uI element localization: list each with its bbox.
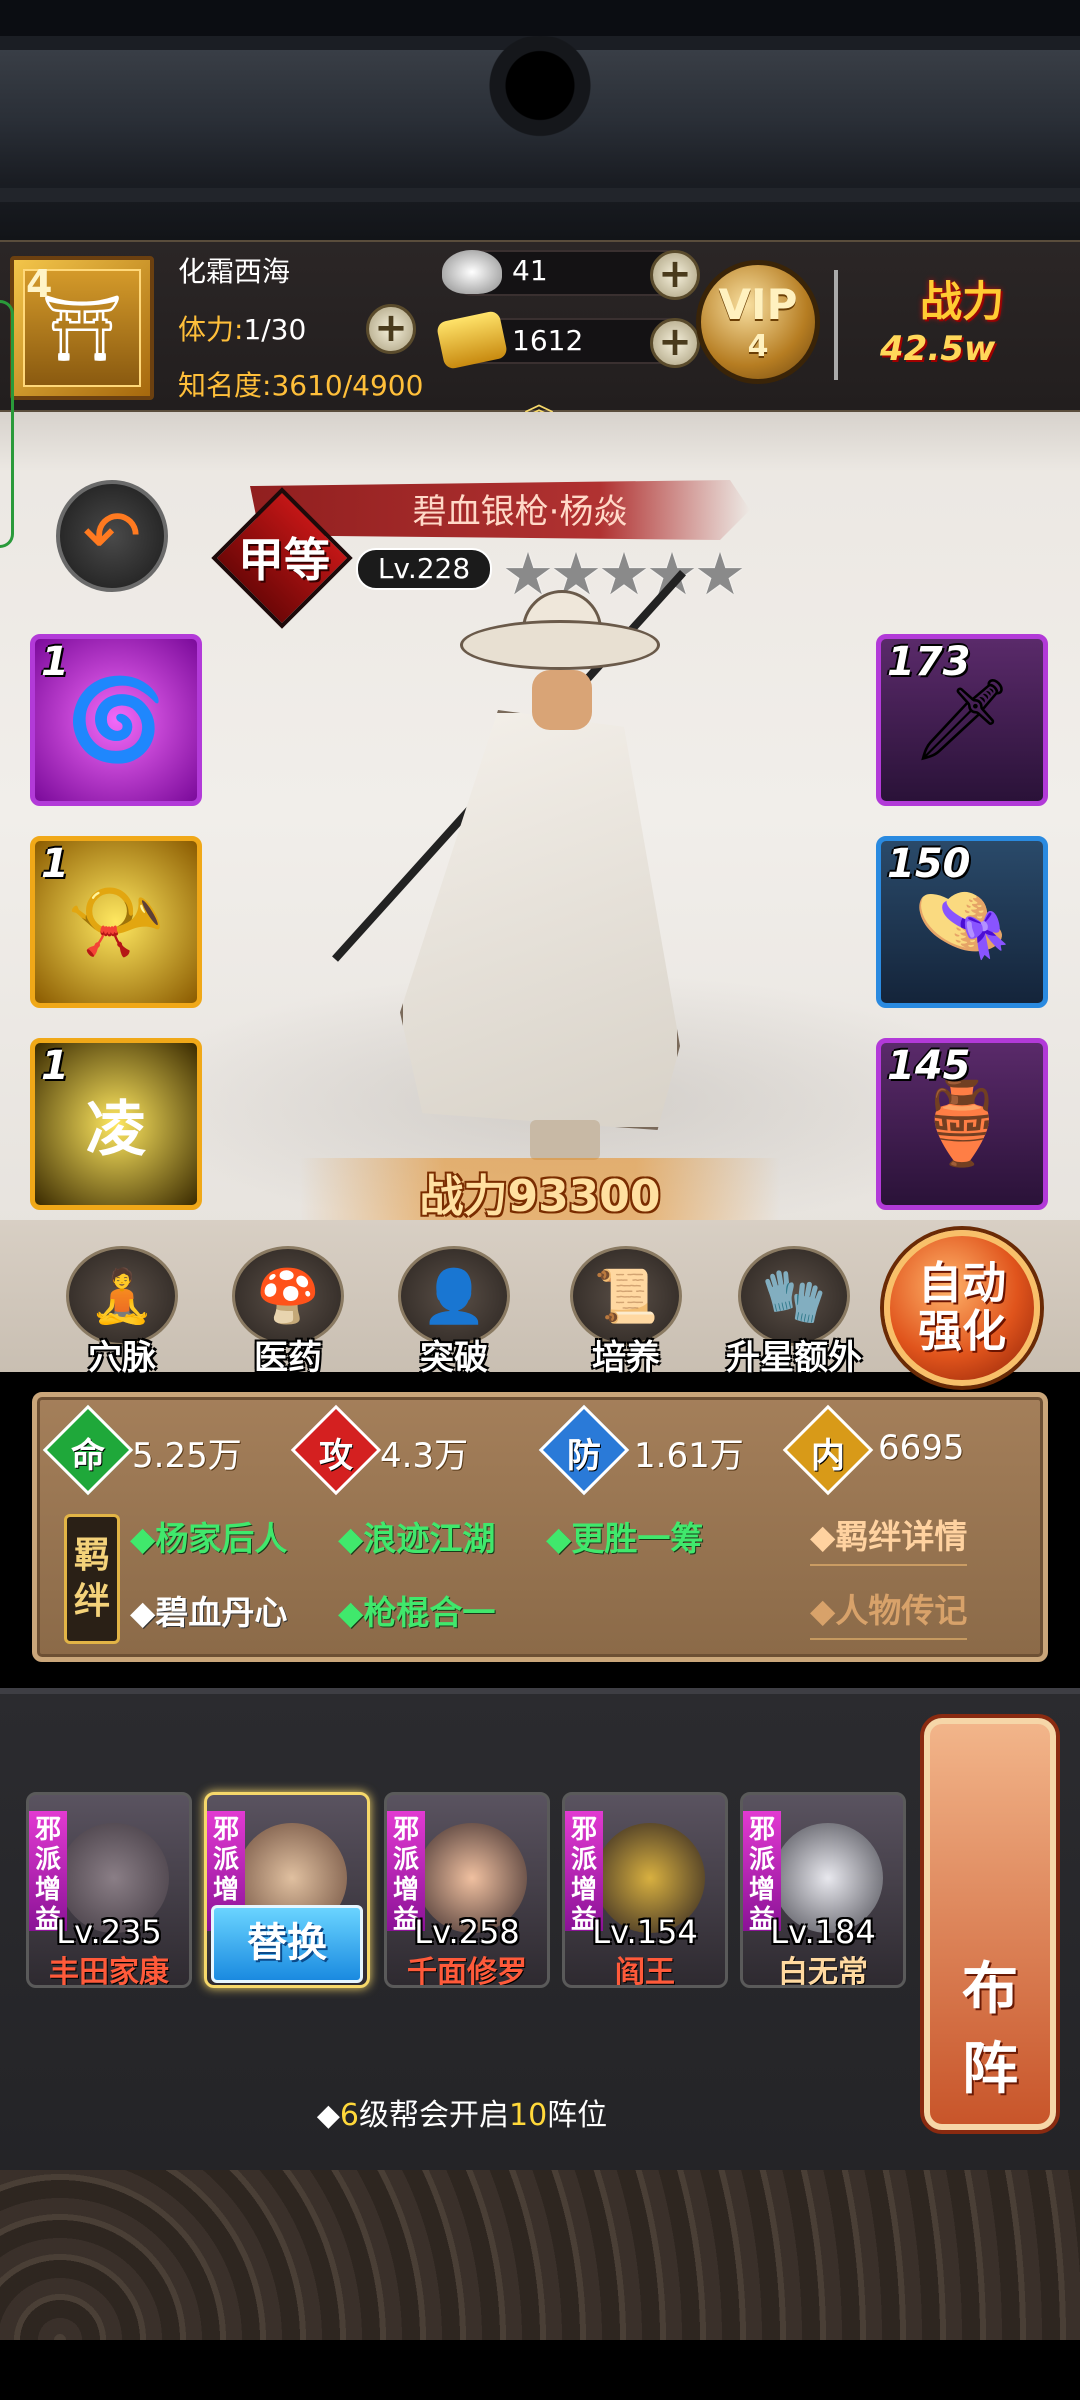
action-training-button[interactable]: 📜 培养 [566,1246,686,1378]
navigation-bar-area [0,2340,1080,2400]
action-label: 突破 [420,1338,488,1378]
bond-item: ◆浪迹江湖 [338,1519,496,1558]
hint-suffix: 阵位 [547,2098,608,2133]
action-label: 医药 [254,1338,322,1378]
auto-enhance-button[interactable]: 自动 强化 [884,1230,1040,1386]
member-name: 阎王 [615,1955,675,1988]
formation-line1: 布 [962,1957,1018,2022]
skill-slot-1[interactable]: 🌀 1 [30,634,202,806]
guild-level: 4 [26,262,53,306]
hp-value: 5.25万 [132,1436,242,1476]
auto-enhance-line1: 自动 [918,1258,1006,1309]
guild-name: 化霜西海 [178,255,291,288]
attack-value: 4.3万 [380,1436,469,1476]
gold-value: 1612 [512,324,584,357]
hero-legs [530,1120,600,1160]
replace-button[interactable]: 替换 [211,1905,363,1983]
stamina-value: 1/30 [243,313,307,346]
equip-slot-weapon[interactable]: 🗡 173 [876,634,1048,806]
hero-hat [460,620,660,670]
auto-enhance-line2: 强化 [918,1306,1006,1357]
silver-ingot-icon [442,250,502,294]
hero-cloak [400,710,680,1130]
equip-slot-hat[interactable]: 👒 150 [876,836,1048,1008]
roof-decoration [0,0,1080,240]
bond-item: ◆碧血丹心 [130,1593,288,1632]
hero-portrait[interactable] [300,560,760,1160]
hint-middle: 级帮会开启 [358,2098,509,2133]
member-level: Lv.154 [592,1913,698,1951]
bottom-decoration [0,2170,1080,2340]
divider [834,270,838,380]
hero-name: 碧血银枪·杨焱 [412,492,628,532]
action-medicine-button[interactable]: 🍄 医药 [228,1246,348,1378]
formation-button[interactable]: 布 阵 [924,1718,1056,2130]
skill-level: 1 [41,841,69,887]
equip-slot-accessory[interactable]: 🏺 145 [876,1038,1048,1210]
skill-level: 1 [41,639,69,685]
equip-level: 145 [887,1043,971,1089]
lineup-member-selected[interactable]: 邪派增益 替换 [204,1792,370,1988]
silver-value: 41 [512,254,548,287]
lineup-member[interactable]: 邪派增益 Lv.184 白无常 [740,1792,906,1988]
vip-level: 4 [747,329,769,364]
skill-slot-2[interactable]: 📯 1 [30,836,202,1008]
hero-power-label: 战力 [419,1171,508,1222]
member-level: Lv.235 [56,1913,162,1951]
bond-detail-link[interactable]: ◆羁绊详情 [810,1510,968,1566]
hero-power: 战力93300 [300,1160,780,1224]
total-power-label: 战力 [920,277,1005,326]
bond-item: ◆杨家后人 [130,1519,288,1558]
action-label: 升星额外 [726,1338,862,1378]
equip-level: 150 [887,841,971,887]
hint-guild-level: 6 [339,2098,359,2133]
fame-label: 知名度: [178,369,272,402]
hp-icon-label: 命 [71,1436,105,1476]
action-label: 穴脉 [88,1338,156,1378]
action-breakthrough-button[interactable]: 👤 突破 [394,1246,514,1378]
lineup-member[interactable]: 邪派增益 Lv.235 丰田家康 [26,1792,192,1988]
member-name: 千面修罗 [407,1955,527,1988]
vip-badge-button[interactable]: VIP 4 [696,260,820,384]
internal-icon-label: 内 [811,1436,845,1476]
total-power[interactable]: 战力 42.5w [880,268,1080,378]
member-level: Lv.184 [770,1913,876,1951]
hint-prefix: ◆ [316,2098,340,2133]
defense-icon-label: 防 [567,1436,601,1476]
attack-icon-label: 攻 [319,1436,353,1476]
biography-link[interactable]: ◆人物传记 [810,1584,968,1640]
roof-ornament [470,36,610,146]
add-gold-button[interactable]: + [650,318,700,368]
formation-hint: ◆6级帮会开启10阵位 [0,2090,924,2134]
skill-slot-3[interactable]: 凌 1 [30,1038,202,1210]
member-name: 丰田家康 [49,1955,169,1988]
action-label: 培养 [592,1338,660,1378]
bond-item: ◆枪棍合一 [338,1593,496,1632]
back-arrow-icon[interactable]: ↶ [56,480,168,592]
add-silver-button[interactable]: + [650,250,700,300]
defense-value: 1.61万 [634,1436,744,1476]
internal-value: 6695 [878,1428,965,1468]
lineup-member[interactable]: 邪派增益 Lv.154 阎王 [562,1792,728,1988]
vip-label: VIP [718,280,798,329]
total-power-value: 42.5w [880,329,996,369]
skill-level: 1 [41,1043,69,1089]
action-star-upgrade-button[interactable]: 🧤 升星额外 [726,1246,862,1378]
bond-item: ◆更胜一筹 [546,1519,704,1558]
formation-line2: 阵 [962,2037,1018,2102]
member-level: Lv.258 [414,1913,520,1951]
side-drawer-handle[interactable] [0,300,14,548]
fame-value: 3610/4900 [271,369,424,402]
bond-tag: 羁绊 [64,1514,120,1644]
hint-slot-count: 10 [508,2098,548,2133]
member-name: 白无常 [778,1955,868,1988]
hero-power-value: 93300 [507,1171,661,1222]
roof-beam [0,188,1080,202]
action-meridian-button[interactable]: 🧘 穴脉 [62,1246,182,1378]
stamina-label: 体力: [178,313,244,346]
lineup-member[interactable]: 邪派增益 Lv.258 千面修罗 [384,1792,550,1988]
equip-level: 173 [887,639,971,685]
add-stamina-button[interactable]: + [366,304,416,354]
hero-face [532,670,592,730]
